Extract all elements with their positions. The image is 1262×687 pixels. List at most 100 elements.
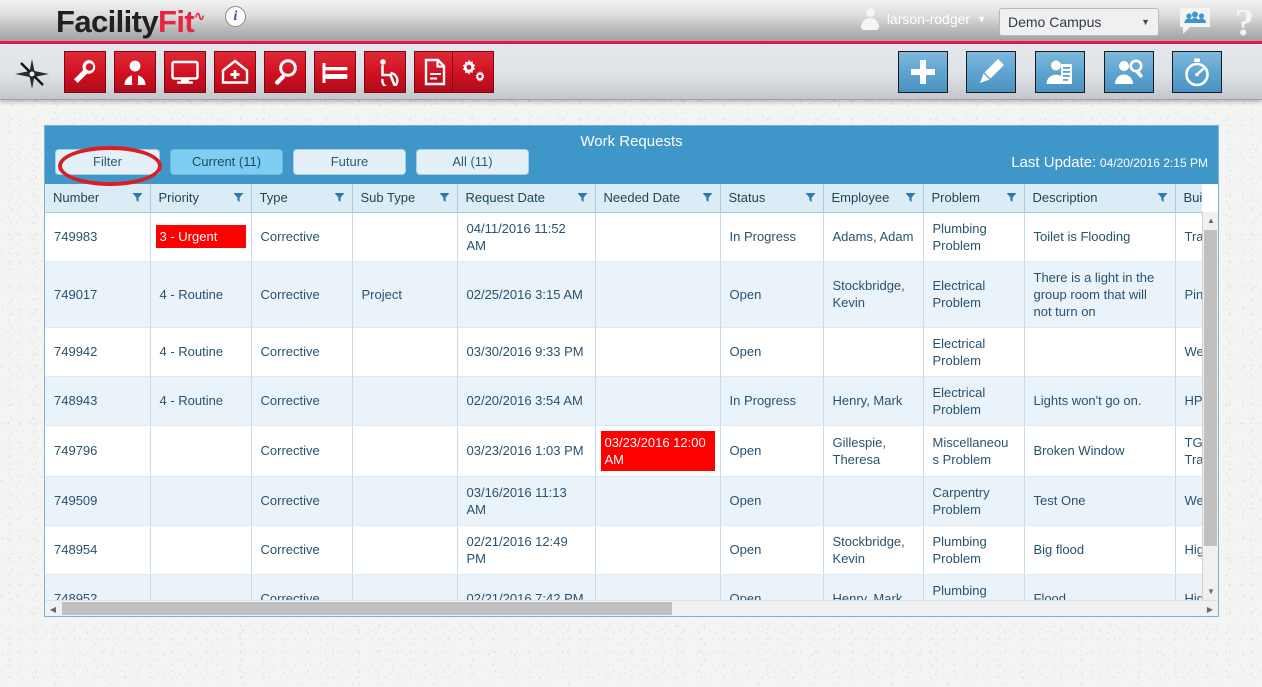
filter-funnel-icon[interactable] <box>577 192 588 203</box>
cell-description: Toilet is Flooding <box>1024 212 1176 262</box>
tab-current[interactable]: Current (11) <box>170 149 283 175</box>
cell-number: 749983 <box>45 212 151 262</box>
filter-funnel-icon[interactable] <box>132 192 143 203</box>
cell-number: 749509 <box>45 476 151 526</box>
cell-employee: Adams, Adam <box>823 212 924 262</box>
filter-funnel-icon[interactable] <box>702 192 713 203</box>
cell-type: Corrective <box>251 425 353 477</box>
column-header-label: Employee <box>831 190 890 206</box>
scroll-down-arrow-icon[interactable]: ▼ <box>1203 583 1219 600</box>
column-header-label: Type <box>259 190 288 206</box>
column-header-description[interactable]: Description <box>1024 184 1176 213</box>
column-header-needed-date[interactable]: Needed Date <box>595 184 721 213</box>
main-toolbar <box>0 44 1262 100</box>
filter-button[interactable]: Filter <box>55 149 160 175</box>
cell-employee: Henry, Mark <box>823 574 924 600</box>
table-row[interactable]: 749983 3 - Urgent Corrective 04/11/2016 11:… <box>45 212 1202 262</box>
cell-building: High <box>1175 574 1202 600</box>
horizontal-scroll-thumb[interactable] <box>62 602 672 615</box>
vertical-scrollbar[interactable]: ▲ ▼ <box>1202 212 1218 600</box>
cell-priority: 4 - Routine <box>150 261 252 328</box>
column-header-status[interactable]: Status <box>720 184 824 213</box>
tab-future[interactable]: Future <box>293 149 406 175</box>
cell-sub-type <box>352 476 458 526</box>
filter-funnel-icon[interactable] <box>439 192 450 203</box>
table-row[interactable]: 748954 Corrective 02/21/2016 12:49 PM Open S… <box>45 525 1202 575</box>
group-chat-icon[interactable] <box>1178 6 1212 36</box>
cell-type: Corrective <box>251 261 353 328</box>
campus-select[interactable]: Demo Campus ▼ <box>999 8 1159 36</box>
cell-needed-date <box>595 261 721 328</box>
cell-number: 749942 <box>45 327 151 377</box>
cell-type: Corrective <box>251 212 353 262</box>
column-header-request-date[interactable]: Request Date <box>457 184 596 213</box>
filter-funnel-icon[interactable] <box>233 192 244 203</box>
tab-all[interactable]: All (11) <box>416 149 529 175</box>
table-row[interactable]: 749509 Corrective 03/16/2016 11:13 AM Open C… <box>45 476 1202 526</box>
cell-type: Corrective <box>251 574 353 600</box>
person-document-icon[interactable] <box>1035 51 1085 93</box>
user-menu[interactable]: larson-rodger ▼ <box>860 8 986 30</box>
cell-sub-type <box>352 376 458 426</box>
column-header-problem[interactable]: Problem <box>923 184 1025 213</box>
scroll-left-arrow-icon[interactable]: ◀ <box>45 601 61 617</box>
cell-problem: Electrical Problem <box>923 376 1025 426</box>
document-icon[interactable] <box>414 51 456 93</box>
pencil-icon[interactable] <box>966 51 1016 93</box>
scroll-right-arrow-icon[interactable]: ▶ <box>1202 601 1218 617</box>
cell-building: High <box>1175 525 1202 575</box>
filter-funnel-icon[interactable] <box>1006 192 1017 203</box>
column-header-employee[interactable]: Employee <box>823 184 924 213</box>
wrench-icon[interactable] <box>64 51 106 93</box>
cell-status: Open <box>720 476 824 526</box>
magnifier-icon[interactable] <box>264 51 306 93</box>
column-header-priority[interactable]: Priority <box>150 184 252 213</box>
table-row[interactable]: 748943 4 - Routine Corrective 02/20/2016 3:… <box>45 376 1202 426</box>
cell-number: 748954 <box>45 525 151 575</box>
table-row[interactable]: 749942 4 - Routine Corrective 03/30/2016 9:… <box>45 327 1202 377</box>
column-header-buildi[interactable]: Buildi <box>1175 184 1202 213</box>
cell-problem: Electrical Problem <box>923 327 1025 377</box>
filter-funnel-icon[interactable] <box>805 192 816 203</box>
cell-priority: 3 - Urgent <box>150 212 252 262</box>
horizontal-scrollbar[interactable]: ◀ ▶ <box>45 600 1218 616</box>
table-row[interactable]: 749017 4 - Routine Corrective Project 02/25/… <box>45 261 1202 328</box>
cell-status: Open <box>720 525 824 575</box>
column-header-label: Status <box>728 190 766 206</box>
table-row[interactable]: 748952 Corrective 02/21/2016 7:42 PM Open He… <box>45 574 1202 600</box>
column-header-sub-type[interactable]: Sub Type <box>352 184 458 213</box>
page-title: Work Requests <box>580 133 683 150</box>
column-header-type[interactable]: Type <box>251 184 353 213</box>
cell-request-date: 02/25/2016 3:15 AM <box>457 261 596 328</box>
work-requests-table: Number Priority Type Sub Type Request Date Ne… <box>45 184 1202 600</box>
wheelchair-icon[interactable] <box>364 51 406 93</box>
cell-needed-date <box>595 212 721 262</box>
cell-status: Open <box>720 261 824 328</box>
stopwatch-icon[interactable] <box>1172 51 1222 93</box>
filter-funnel-icon[interactable] <box>905 192 916 203</box>
cell-priority: 4 - Routine <box>150 376 252 426</box>
filter-funnel-icon[interactable] <box>334 192 345 203</box>
house-plus-icon[interactable] <box>214 51 256 93</box>
plus-icon[interactable] <box>898 51 948 93</box>
panel-header: Work Requests Last Update: 04/20/2016 2:… <box>45 126 1218 184</box>
person-search-icon[interactable] <box>1104 51 1154 93</box>
vertical-scroll-thumb[interactable] <box>1204 230 1217 546</box>
cell-sub-type <box>352 425 458 477</box>
filter-funnel-icon[interactable] <box>1157 192 1168 203</box>
bed-icon[interactable] <box>314 51 356 93</box>
cell-sub-type <box>352 525 458 575</box>
cell-priority <box>150 425 252 477</box>
table-row[interactable]: 749796 Corrective 03/23/2016 1:03 PM 03/23/… <box>45 425 1202 477</box>
compass-icon[interactable] <box>14 58 50 90</box>
help-icon[interactable]: ? <box>1235 1 1254 45</box>
person-clipboard-icon[interactable] <box>114 51 156 93</box>
monitor-icon[interactable] <box>164 51 206 93</box>
info-icon[interactable]: i <box>225 6 246 27</box>
cell-building: TG S Trair <box>1175 425 1202 477</box>
gears-icon[interactable] <box>452 51 494 93</box>
app-logo: FacilityFit∿ <box>56 4 205 40</box>
scroll-up-arrow-icon[interactable]: ▲ <box>1203 212 1219 229</box>
column-header-number[interactable]: Number <box>45 184 151 213</box>
cell-employee: Henry, Mark <box>823 376 924 426</box>
